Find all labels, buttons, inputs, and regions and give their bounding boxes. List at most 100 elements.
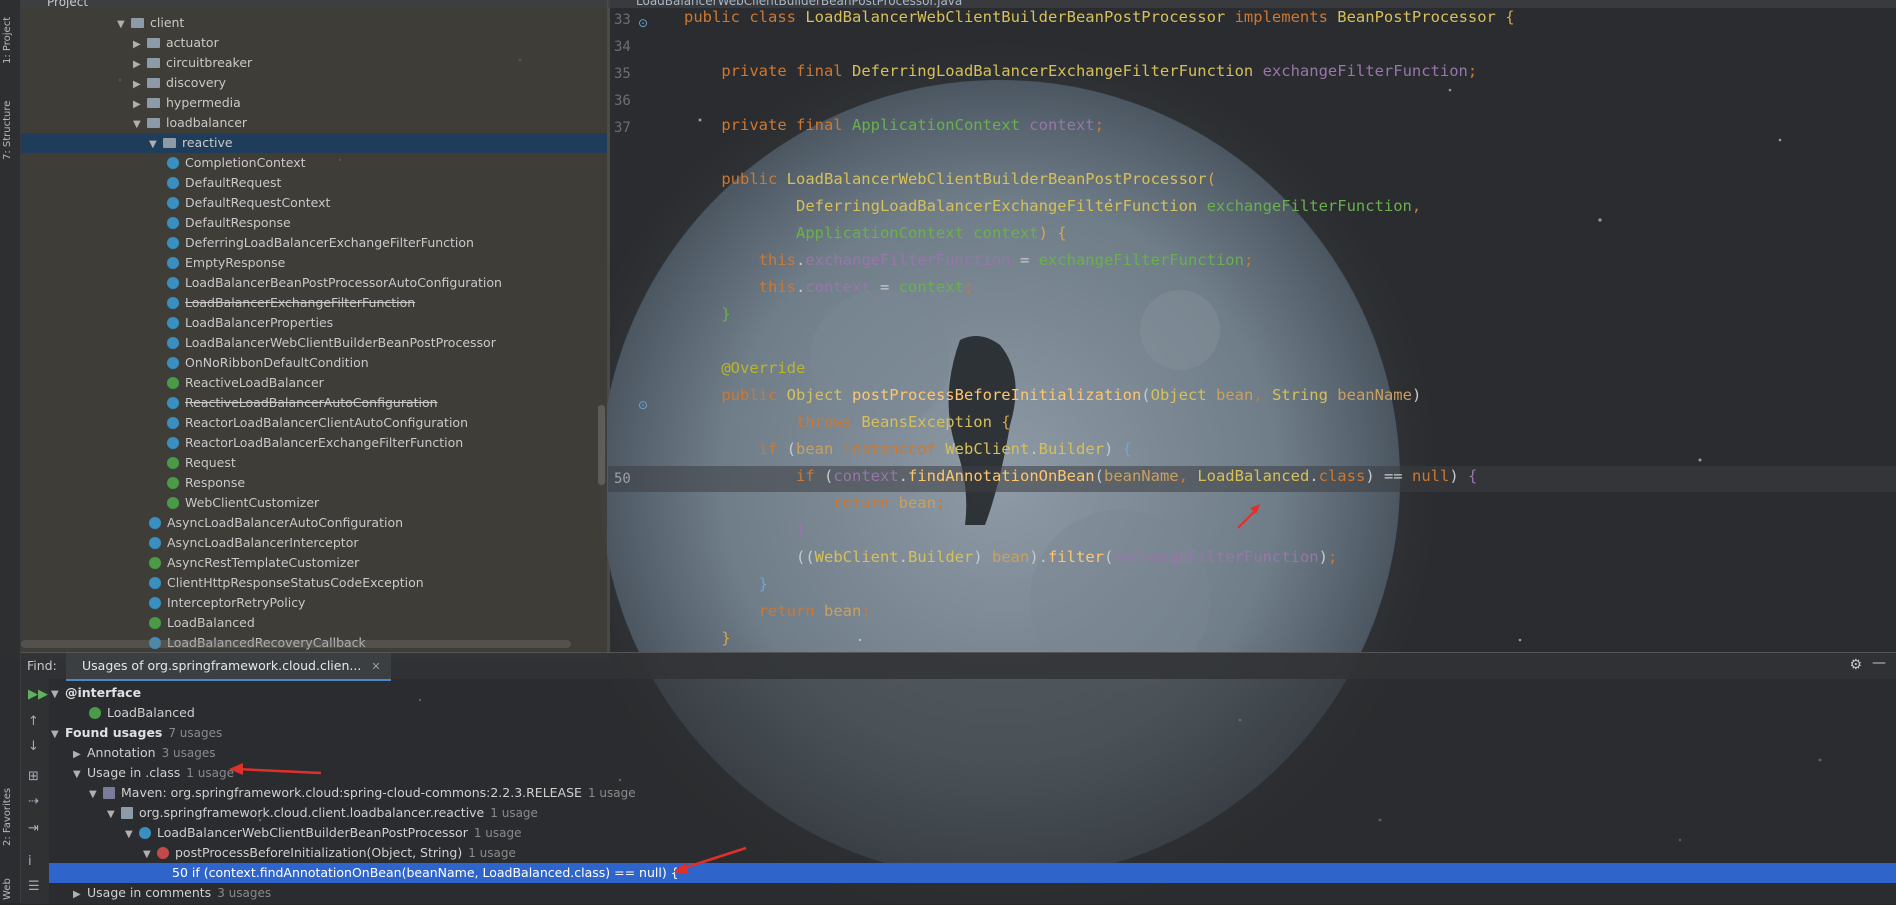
tree-item[interactable]: Request bbox=[167, 453, 236, 473]
project-panel: Project ▼ client ▶ actuator ▶ circuitbreaker ▶… bbox=[21, 0, 607, 652]
interface-icon bbox=[149, 617, 161, 629]
code-editor[interactable]: LoadBalancerWebClientBuilderBeanPostProc… bbox=[608, 0, 1896, 652]
expand-arrow-icon[interactable]: ▼ bbox=[133, 115, 147, 135]
collapse-arrow-icon[interactable]: ▶ bbox=[133, 75, 147, 95]
tree-item-label: DefaultRequest bbox=[185, 175, 282, 190]
class-icon bbox=[149, 577, 161, 589]
tree-item[interactable]: LoadBalancerExchangeFilterFunction bbox=[167, 293, 415, 313]
annotation-arrows bbox=[229, 763, 747, 874]
collapse-arrow-icon[interactable]: ▶ bbox=[133, 55, 147, 75]
tree-item-label: OnNoRibbonDefaultCondition bbox=[185, 355, 369, 370]
tree-item[interactable]: AsyncLoadBalancerAutoConfiguration bbox=[149, 513, 403, 533]
tree-item-label: loadbalancer bbox=[166, 115, 248, 130]
tree-item-label: LoadBalancerBeanPostProcessorAutoConfigu… bbox=[185, 275, 502, 290]
expand-arrow-icon[interactable]: ▼ bbox=[149, 135, 163, 155]
tree-item[interactable]: LoadBalancerBeanPostProcessorAutoConfigu… bbox=[167, 273, 502, 293]
tree-item-label: client bbox=[150, 15, 185, 30]
tree-item-label: ReactiveLoadBalancer bbox=[185, 375, 324, 390]
tree-item-label: ClientHttpResponseStatusCodeException bbox=[167, 575, 424, 590]
class-icon bbox=[167, 277, 179, 289]
horizontal-scrollbar[interactable] bbox=[21, 640, 571, 648]
web-tool-tab[interactable]: Web bbox=[2, 870, 18, 900]
tree-item[interactable]: ▼ loadbalancer bbox=[133, 113, 247, 133]
folder-icon bbox=[147, 98, 160, 108]
tree-item[interactable]: AsyncLoadBalancerInterceptor bbox=[149, 533, 359, 553]
interface-icon bbox=[167, 477, 179, 489]
tree-item-label: InterceptorRetryPolicy bbox=[167, 595, 306, 610]
tree-item[interactable]: ReactorLoadBalancerClientAutoConfigurati… bbox=[167, 413, 468, 433]
tree-item[interactable]: ClientHttpResponseStatusCodeException bbox=[149, 573, 424, 593]
class-icon bbox=[167, 237, 179, 249]
folder-icon bbox=[147, 118, 160, 128]
tree-item-label: reactive bbox=[182, 135, 233, 150]
tree-item-label: EmptyResponse bbox=[185, 255, 286, 270]
tree-item[interactable]: DefaultRequest bbox=[167, 173, 281, 193]
folder-icon bbox=[147, 38, 160, 48]
folder-icon bbox=[131, 18, 144, 28]
class-icon bbox=[167, 177, 179, 189]
tree-item-label: CompletionContext bbox=[185, 155, 306, 170]
vertical-scrollbar[interactable] bbox=[598, 405, 605, 485]
tree-item[interactable]: ▼ client bbox=[117, 13, 184, 33]
project-panel-header: Project bbox=[21, 0, 607, 8]
tree-item-label: DefaultResponse bbox=[185, 215, 291, 230]
interface-icon bbox=[149, 557, 161, 569]
tree-item-label: LoadBalancerExchangeFilterFunction bbox=[185, 295, 416, 310]
tree-item-label: ReactorLoadBalancerClientAutoConfigurati… bbox=[185, 415, 468, 430]
find-usages-panel: Find: Usages of org.springframework.clou… bbox=[21, 652, 1896, 904]
class-icon bbox=[167, 197, 179, 209]
tree-item-label: Response bbox=[185, 475, 246, 490]
tree-item[interactable]: WebClientCustomizer bbox=[167, 493, 319, 513]
tree-item[interactable]: EmptyResponse bbox=[167, 253, 285, 273]
favorites-tool-tab[interactable]: 2: Favorites bbox=[2, 776, 18, 846]
tree-item[interactable]: LoadBalancerWebClientBuilderBeanPostProc… bbox=[167, 333, 496, 353]
tree-item[interactable]: Response bbox=[167, 473, 245, 493]
class-icon bbox=[167, 217, 179, 229]
tree-item[interactable]: ▶ actuator bbox=[133, 33, 219, 53]
collapse-arrow-icon[interactable]: ▶ bbox=[133, 35, 147, 55]
tree-item[interactable]: ▶ hypermedia bbox=[133, 93, 241, 113]
tree-item-label: AsyncLoadBalancerInterceptor bbox=[167, 535, 359, 550]
project-tool-tab[interactable]: 1: Project bbox=[2, 4, 18, 64]
annotation-arrow bbox=[1237, 504, 1260, 529]
tree-item-label: LoadBalancerProperties bbox=[185, 315, 334, 330]
class-icon bbox=[167, 357, 179, 369]
project-panel-title[interactable]: Project bbox=[47, 0, 88, 8]
tree-item-label: Request bbox=[185, 455, 236, 470]
class-icon bbox=[167, 157, 179, 169]
tree-item[interactable]: ▶ discovery bbox=[133, 73, 226, 93]
tree-item-label: WebClientCustomizer bbox=[185, 495, 320, 510]
class-icon bbox=[167, 297, 179, 309]
tree-item[interactable]: ReactiveLoadBalancer bbox=[167, 373, 324, 393]
tree-item[interactable]: InterceptorRetryPolicy bbox=[149, 593, 305, 613]
tree-item[interactable]: CompletionContext bbox=[167, 153, 306, 173]
tree-item-label: discovery bbox=[166, 75, 227, 90]
tree-item-label: hypermedia bbox=[166, 95, 241, 110]
class-icon bbox=[167, 397, 179, 409]
tree-item[interactable]: DeferringLoadBalancerExchangeFilterFunct… bbox=[167, 233, 474, 253]
interface-icon bbox=[167, 377, 179, 389]
left-tool-strip: 1: Project 7: Structure 2: Favorites Web bbox=[0, 0, 21, 903]
folder-icon bbox=[147, 58, 160, 68]
structure-tool-tab[interactable]: 7: Structure bbox=[2, 82, 18, 160]
tree-item[interactable]: DefaultResponse bbox=[167, 213, 291, 233]
class-icon bbox=[149, 517, 161, 529]
tree-item[interactable]: ReactorLoadBalancerExchangeFilterFunctio… bbox=[167, 433, 463, 453]
tree-item[interactable]: LoadBalancerProperties bbox=[167, 313, 333, 333]
folder-icon bbox=[163, 138, 176, 148]
class-icon bbox=[167, 337, 179, 349]
tree-item[interactable]: ReactiveLoadBalancerAutoConfiguration bbox=[167, 393, 438, 413]
tree-item[interactable]: ▼ reactive bbox=[21, 133, 607, 153]
tree-item-label: DeferringLoadBalancerExchangeFilterFunct… bbox=[185, 235, 474, 250]
tree-item-label: circuitbreaker bbox=[166, 55, 253, 70]
expand-arrow-icon[interactable]: ▼ bbox=[117, 15, 131, 35]
collapse-arrow-icon[interactable]: ▶ bbox=[133, 95, 147, 115]
tree-item[interactable]: OnNoRibbonDefaultCondition bbox=[167, 353, 369, 373]
tree-item[interactable]: AsyncRestTemplateCustomizer bbox=[149, 553, 359, 573]
tree-item-label: DefaultRequestContext bbox=[185, 195, 331, 210]
tree-item[interactable]: DefaultRequestContext bbox=[167, 193, 330, 213]
tree-item[interactable]: ▶ circuitbreaker bbox=[133, 53, 252, 73]
tree-item-label: ReactorLoadBalancerExchangeFilterFunctio… bbox=[185, 435, 464, 450]
interface-icon bbox=[167, 457, 179, 469]
tree-item[interactable]: LoadBalanced bbox=[149, 613, 255, 633]
